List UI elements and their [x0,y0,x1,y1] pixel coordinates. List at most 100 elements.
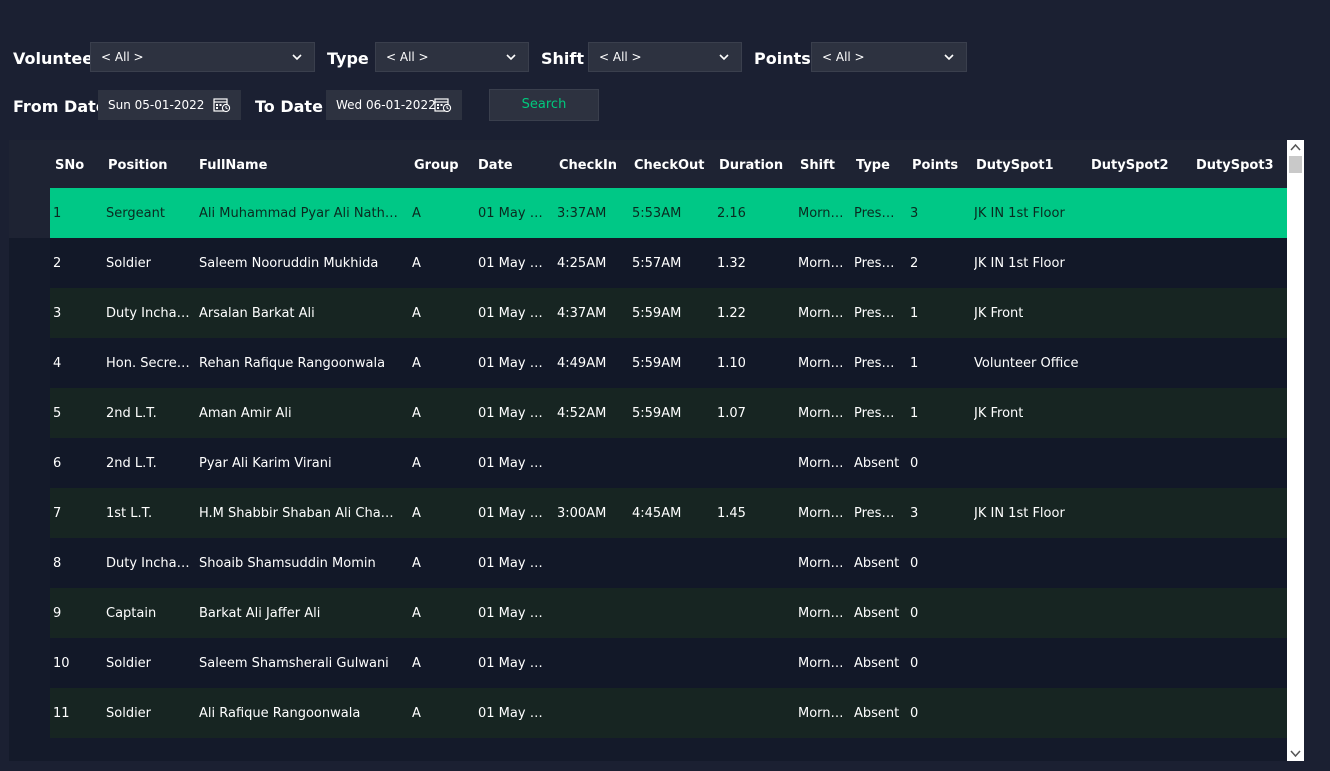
to-date-picker[interactable]: Wed 06-01-2022 [326,90,462,120]
column-header-points[interactable]: Points [912,158,958,173]
row-header[interactable] [9,488,50,538]
column-header-type[interactable]: Type [856,158,890,173]
grid-header: SNo Position FullName Group Date CheckIn Check… [9,140,1287,188]
cell-duration: 1.45 [717,506,746,521]
cell-checkin: 4:49AM [557,356,607,371]
cell-checkout: 5:59AM [632,306,682,321]
cell-fullname: Pyar Ali Karim Virani [199,456,332,471]
row-header[interactable] [9,438,50,488]
cell-group: A [412,656,421,671]
column-header-checkout[interactable]: CheckOut [634,158,704,173]
cell-duration: 2.16 [717,206,746,221]
cell-checkin: 4:52AM [557,406,607,421]
column-header-date[interactable]: Date [478,158,513,173]
row-header[interactable] [9,338,50,388]
cell-group: A [412,406,421,421]
cell-type: Absent [854,556,900,571]
cell-checkout: 5:59AM [632,406,682,421]
row-header[interactable] [9,288,50,338]
to-date-label: To Date [255,97,323,116]
table-row[interactable]: 9 Captain Barkat Ali Jaffer Ali A 01 May 202… [50,588,1287,638]
cell-sno: 8 [53,556,62,571]
from-date-picker[interactable]: Sun 05-01-2022 [98,90,241,120]
shift-label: Shift [541,49,585,68]
cell-sno: 3 [53,306,62,321]
row-header[interactable] [9,638,50,688]
row-header[interactable] [9,588,50,638]
cell-shift: Morning [798,306,844,321]
column-header-duration[interactable]: Duration [719,158,783,173]
scrollbar-thumb[interactable] [1289,156,1302,173]
volunteer-label: Volunteer [13,49,102,68]
cell-group: A [412,606,421,621]
cell-sno: 9 [53,606,62,621]
table-row[interactable]: 3 Duty Incharge Arsalan Barkat Ali A 01 May … [50,288,1287,338]
points-dropdown[interactable]: < All > [811,42,967,72]
type-dropdown[interactable]: < All > [375,42,529,72]
column-header-dutyspot1[interactable]: DutySpot1 [976,158,1054,173]
cell-points: 0 [910,606,919,621]
cell-sno: 7 [53,506,62,521]
cell-sno: 5 [53,406,62,421]
cell-date: 01 May 2022 [478,356,543,371]
search-button[interactable]: Search [489,89,599,121]
cell-dutyspot1: JK Front [974,306,1024,321]
cell-shift: Morning [798,256,844,271]
row-header[interactable] [9,238,50,288]
cell-points: 0 [910,456,919,471]
column-header-position[interactable]: Position [108,158,168,173]
cell-sno: 10 [53,656,70,671]
cell-dutyspot1: JK IN 1st Floor [974,256,1065,271]
column-header-dutyspot2[interactable]: DutySpot2 [1091,158,1169,173]
column-header-checkin[interactable]: CheckIn [559,158,617,173]
chevron-down-icon [506,54,516,61]
cell-shift: Morning [798,706,844,721]
cell-points: 0 [910,706,919,721]
column-header-group[interactable]: Group [414,158,459,173]
cell-shift: Morning [798,456,844,471]
column-header-fullname[interactable]: FullName [199,158,267,173]
table-row[interactable]: 6 2nd L.T. Pyar Ali Karim Virani A 01 May 20… [50,438,1287,488]
cell-position: Soldier [106,656,152,671]
shift-dropdown[interactable]: < All > [588,42,742,72]
scroll-down-icon[interactable] [1290,749,1301,758]
cell-type: Present [854,406,902,421]
table-row[interactable]: 4 Hon. Secretary Rehan Rafique Rangoonwala… [50,338,1287,388]
cell-points: 1 [910,406,919,421]
cell-fullname: Shoaib Shamsuddin Momin [199,556,376,571]
cell-dutyspot1: JK Front [974,406,1024,421]
cell-points: 3 [910,506,919,521]
row-header[interactable] [9,188,50,238]
table-row[interactable]: 2 Soldier Saleem Nooruddin Mukhida A 01 May … [50,238,1287,288]
vertical-scrollbar[interactable] [1287,140,1304,761]
cell-type: Absent [854,656,900,671]
cell-checkout: 5:57AM [632,256,682,271]
cell-type: Absent [854,706,900,721]
column-header-sno[interactable]: SNo [55,158,84,173]
scroll-up-icon[interactable] [1290,143,1301,152]
cell-position: Soldier [106,706,152,721]
table-row[interactable]: 7 1st L.T. H.M Shabbir Shaban Ali Chagani A… [50,488,1287,538]
cell-date: 01 May 2022 [478,206,543,221]
cell-fullname: H.M Shabbir Shaban Ali Chagani [199,506,398,521]
cell-group: A [412,706,421,721]
cell-sno: 4 [53,356,62,371]
column-header-dutyspot3[interactable]: DutySpot3 [1196,158,1274,173]
table-row[interactable]: 1 Sergeant Ali Muhammad Pyar Ali Nathani A 0… [50,188,1287,238]
calendar-icon[interactable] [434,97,452,113]
cell-position: Captain [106,606,157,621]
row-header[interactable] [9,688,50,738]
volunteer-dropdown[interactable]: < All > [90,42,315,72]
cell-dutyspot1: JK IN 1st Floor [974,506,1065,521]
row-header[interactable] [9,538,50,588]
type-label: Type [327,49,369,68]
cell-type: Present [854,206,902,221]
row-header[interactable] [9,388,50,438]
table-row[interactable]: 11 Soldier Ali Rafique Rangoonwala A 01 May … [50,688,1287,738]
column-header-shift[interactable]: Shift [800,158,835,173]
table-row[interactable]: 8 Duty Incharge Shoaib Shamsuddin Momin A 01… [50,538,1287,588]
table-row[interactable]: 5 2nd L.T. Aman Amir Ali A 01 May 2022 4:52AM… [50,388,1287,438]
cell-shift: Morning [798,656,844,671]
table-row[interactable]: 10 Soldier Saleem Shamsherali Gulwani A 01 M… [50,638,1287,688]
calendar-icon[interactable] [213,97,231,113]
